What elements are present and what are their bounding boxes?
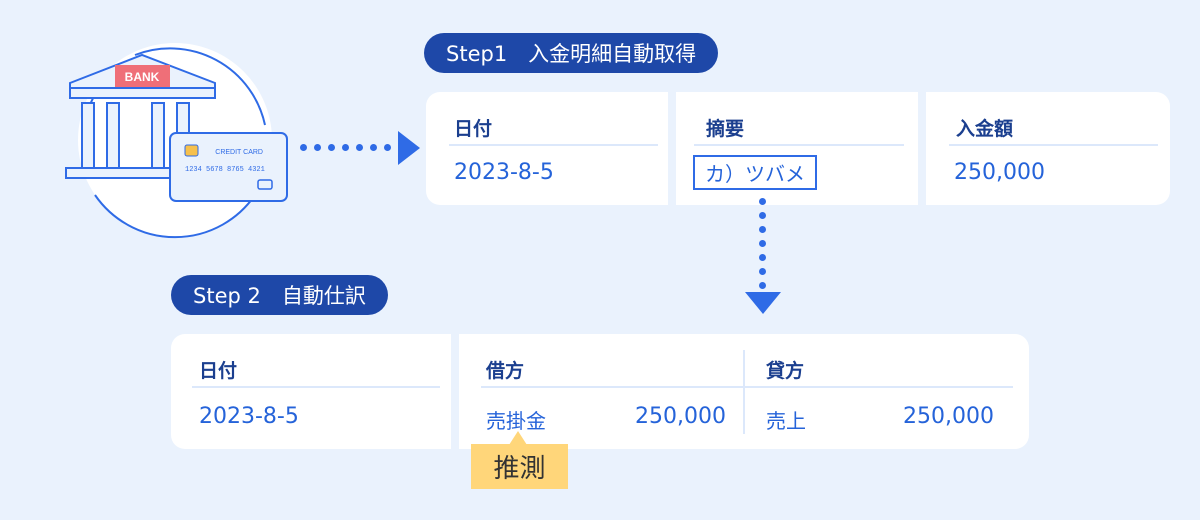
svg-text:BANK: BANK — [125, 70, 160, 84]
step1-title: Step1 入金明細自動取得 — [424, 33, 719, 73]
date-value: 2023-8-5 — [454, 160, 554, 185]
date-header: 日付 — [199, 360, 238, 382]
description-value: カ）ツバメ — [693, 155, 817, 190]
step2-date-cell: 日付 2023-8-5 — [171, 334, 451, 449]
step2-entry-cell: 借方 売掛金 250,000 貸方 売上 250,000 — [459, 334, 1029, 449]
debit-header: 借方 — [486, 360, 525, 382]
credit-header: 貸方 — [766, 360, 805, 382]
credit-account: 売上 — [766, 409, 806, 433]
step1-description-cell: 摘要 カ）ツバメ — [676, 92, 918, 205]
svg-text:1234 5678 8765 4321: 1234 5678 8765 4321 — [185, 166, 265, 174]
step1-date-cell: 日付 2023-8-5 — [426, 92, 668, 205]
debit-account: 売掛金 — [486, 409, 546, 433]
svg-text:CREDIT CARD: CREDIT CARD — [215, 149, 263, 156]
step1-amount-cell: 入金額 250,000 — [926, 92, 1170, 205]
debit-amount: 250,000 — [635, 404, 726, 429]
date-value: 2023-8-5 — [199, 404, 299, 429]
bank-icon: BANK CREDIT CARD 1234 5678 8765 4321 — [65, 43, 288, 239]
date-header: 日付 — [454, 118, 493, 140]
step2-title: Step 2 自動仕訳 — [171, 275, 388, 315]
arrow-right-icon — [398, 131, 420, 165]
description-header: 摘要 — [706, 118, 745, 140]
credit-amount: 250,000 — [903, 404, 994, 429]
amount-header: 入金額 — [956, 118, 1014, 140]
amount-value: 250,000 — [954, 160, 1045, 185]
arrow-down-icon — [745, 292, 781, 314]
bank-card-illustration: BANK CREDIT CARD 1234 5678 8765 4321 — [55, 25, 305, 245]
